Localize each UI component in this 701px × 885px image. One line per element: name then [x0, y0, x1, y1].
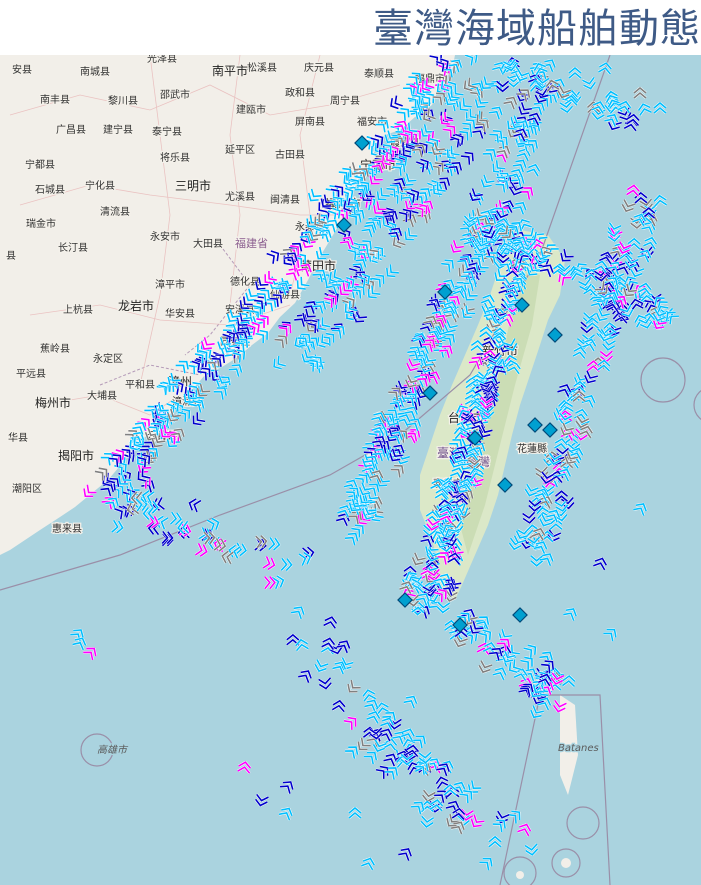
- place-label: 长汀县: [58, 242, 88, 254]
- place-label: 永安市: [150, 230, 180, 243]
- page-title: 臺灣海域船舶動態: [373, 6, 701, 52]
- place-label: 建瓯市: [236, 103, 266, 116]
- place-label: 庆元县: [304, 61, 334, 74]
- small-island: [561, 858, 571, 868]
- place-label: 平和县: [125, 379, 155, 391]
- place-label: 龙岩市: [118, 298, 154, 313]
- place-label: 屏南县: [295, 115, 325, 128]
- map-view[interactable]: 光泽县松溪县 庆元县泰顺县 福鼎市安县 南城县 南平市政和县南丰县 黎川县邵武市周宁县建瓯…: [0, 55, 701, 885]
- place-label: 高雄市: [97, 744, 129, 756]
- place-label: 将乐县: [160, 152, 190, 164]
- place-label: 大田县: [193, 237, 223, 250]
- place-label: 华安县: [165, 307, 195, 320]
- place-label: 泰顺县: [364, 67, 394, 80]
- place-label: 华县: [8, 431, 28, 444]
- place-label: 梅州市: [35, 395, 71, 410]
- place-label: 松溪县: [247, 61, 277, 74]
- place-label: 延平区: [225, 144, 255, 156]
- place-label: 南城县: [80, 65, 110, 78]
- place-label: 永定区: [93, 352, 123, 365]
- place-label: 三明市: [175, 178, 211, 193]
- small-island: [516, 871, 524, 879]
- place-label: 古田县: [275, 148, 305, 161]
- place-label: 平远县: [16, 368, 46, 380]
- place-label: 宁化县: [85, 179, 115, 192]
- place-label: 蕉岭县: [40, 342, 70, 355]
- place-label: 潮阳区: [12, 482, 42, 495]
- place-label: 县: [6, 250, 16, 262]
- place-label: 瑞金市: [26, 217, 56, 230]
- place-label: 光泽县: [147, 55, 177, 65]
- place-label: 南丰县: [40, 93, 70, 106]
- place-label: 周宁县: [330, 94, 360, 107]
- place-label: 花蓮縣: [517, 442, 547, 455]
- place-label: 尤溪县: [225, 190, 255, 203]
- place-label: 漳平市: [155, 278, 185, 291]
- place-label: 建宁县: [103, 123, 133, 136]
- place-label: 宁都县: [25, 158, 55, 171]
- page: { "title": "臺灣海域船舶動態", "place_labels": […: [0, 0, 701, 885]
- place-label: 揭阳市: [58, 448, 94, 463]
- place-label: 广昌县: [56, 124, 86, 136]
- place-label: Batanes: [558, 743, 599, 754]
- place-label: 闽清县: [270, 193, 300, 206]
- place-label: 上杭县: [63, 303, 93, 316]
- place-label: 清流县: [100, 205, 130, 218]
- place-label: 政和县: [285, 86, 315, 99]
- place-label: 福建省: [235, 236, 268, 250]
- place-label: 大埔县: [87, 389, 117, 402]
- place-label: 黎川县: [108, 94, 138, 107]
- place-label: 泰宁县: [152, 125, 182, 138]
- place-label: 石城县: [35, 184, 65, 196]
- place-label: 安县: [12, 63, 32, 76]
- place-label: 南平市: [212, 63, 248, 78]
- place-label: 邵武市: [160, 88, 190, 101]
- place-label: 惠来县: [52, 522, 82, 535]
